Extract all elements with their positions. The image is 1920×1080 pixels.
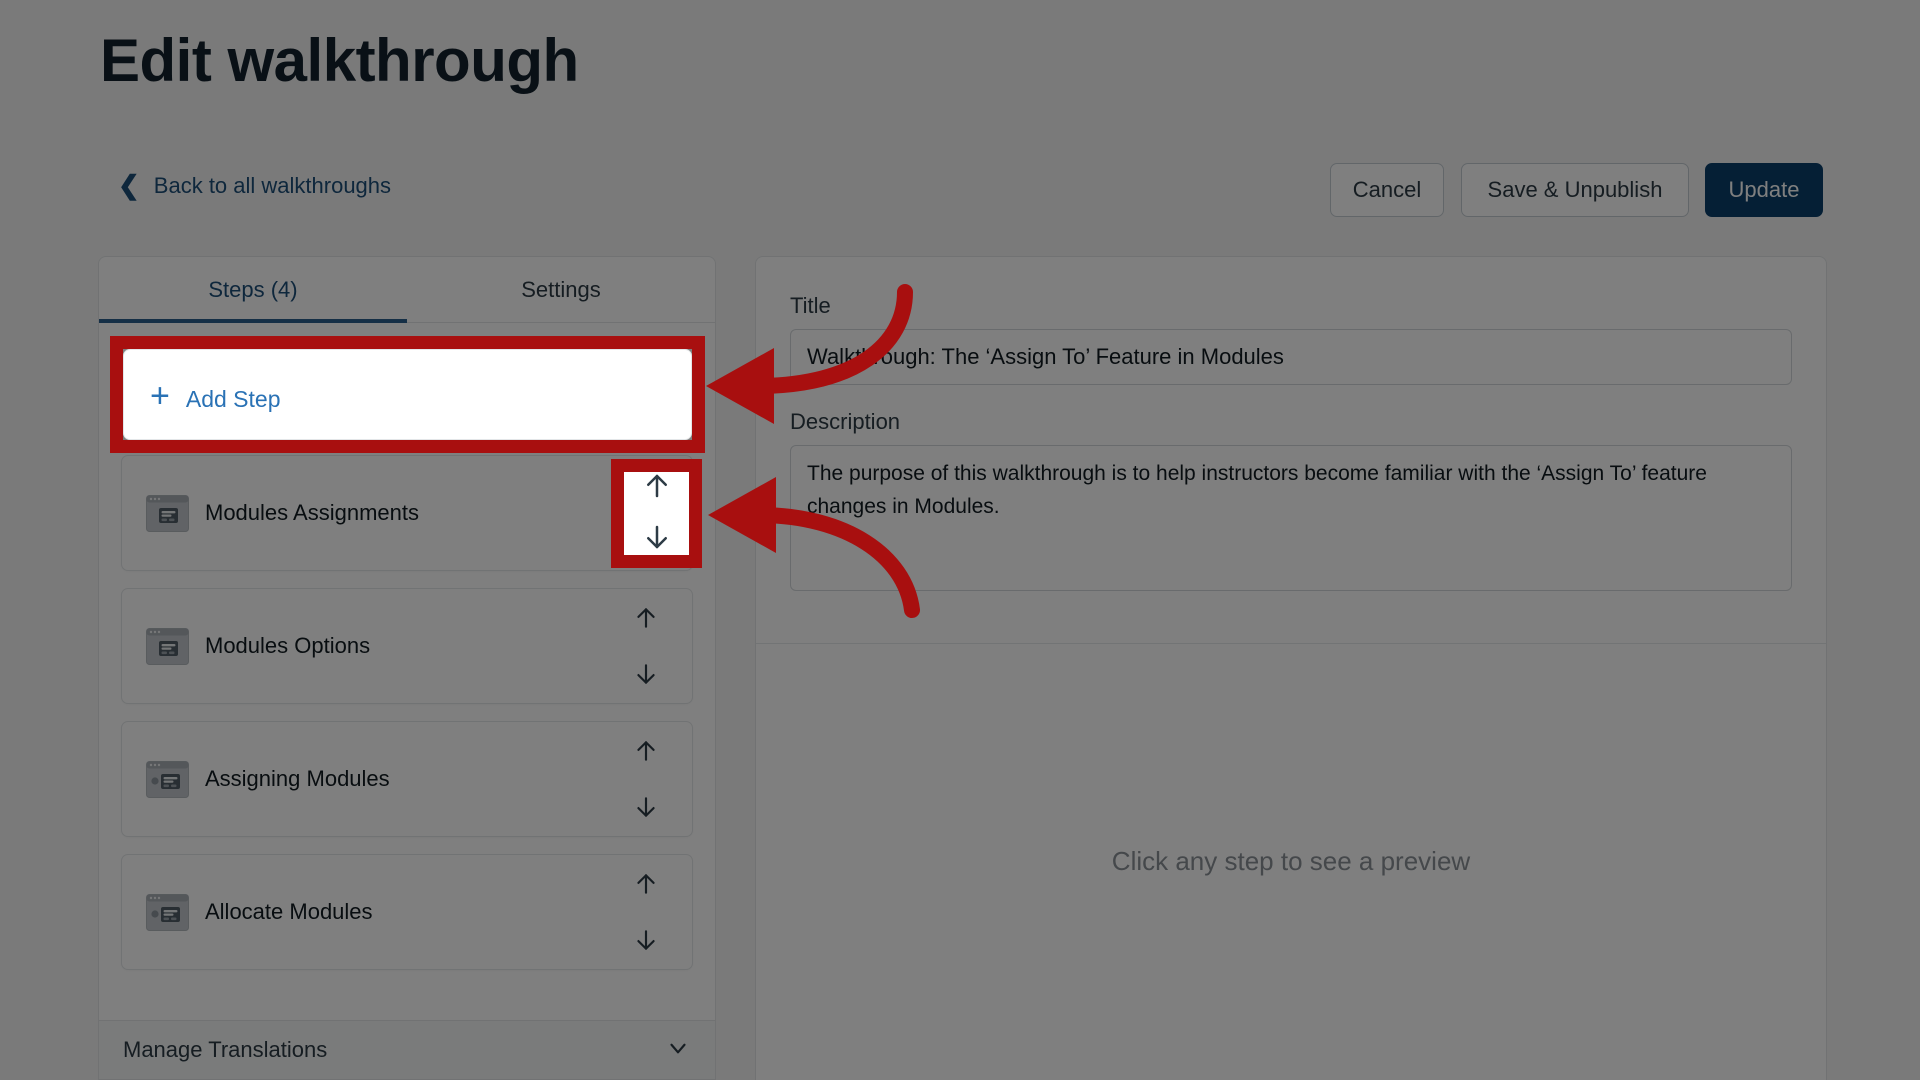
description-field-label: Description [790, 409, 901, 434]
tab-steps-label: Steps (4) [208, 276, 298, 302]
list-item[interactable]: Modules Assignments [121, 455, 693, 571]
list-item[interactable]: Assigning Modules [121, 721, 693, 837]
step-label: Modules Assignments [205, 500, 419, 525]
step-label: Modules Options [205, 633, 371, 658]
title-field[interactable] [790, 329, 1792, 385]
preview-empty-state: Click any step to see a preview [1111, 846, 1471, 876]
panel-tabs: Steps (4) Settings [99, 257, 715, 323]
step-move-buttons [622, 589, 670, 703]
chevron-down-icon [665, 1035, 691, 1066]
description-field[interactable] [790, 445, 1792, 591]
back-to-all-walkthroughs-link[interactable]: ❮ Back to all walkthroughs [118, 170, 392, 200]
browser-tooltip-thumb-icon [146, 760, 189, 798]
arrow-up-icon[interactable] [629, 734, 663, 768]
manage-translations-label: Manage Translations [123, 1037, 328, 1062]
walkthrough-detail-panel: Title Description Click any step to see … [755, 256, 1827, 1080]
arrow-up-icon[interactable] [629, 468, 663, 502]
save-and-unpublish-button[interactable]: Save & Unpublish [1461, 163, 1689, 217]
step-label: Allocate Modules [205, 899, 373, 924]
add-step-label: Add Step [181, 376, 277, 402]
step-move-buttons [622, 855, 670, 969]
arrow-up-icon[interactable] [629, 601, 663, 635]
arrow-down-icon[interactable] [629, 790, 663, 824]
step-move-buttons [622, 722, 670, 836]
steps-list: + Add Step Modules Assignments Modules O… [99, 323, 715, 1080]
steps-panel: Steps (4) Settings + Add Step Modules As… [98, 256, 716, 1080]
browser-modal-thumb-icon [146, 627, 189, 665]
page-title: Edit walkthrough [100, 27, 579, 94]
tab-settings[interactable]: Settings [407, 257, 715, 322]
form-spacer [790, 385, 1792, 409]
list-item[interactable]: Allocate Modules [121, 854, 693, 970]
walkthrough-detail-form: Title Description [756, 257, 1826, 596]
add-step-button[interactable]: + Add Step [121, 341, 693, 438]
cancel-button[interactable]: Cancel [1330, 163, 1444, 217]
app-root: Edit walkthrough ❮ Back to all walkthrou… [0, 0, 1920, 1080]
chevron-left-icon: ❮ [118, 170, 140, 200]
browser-modal-thumb-icon [146, 494, 189, 532]
step-label: Assigning Modules [205, 766, 390, 791]
arrow-down-icon[interactable] [629, 923, 663, 957]
tab-steps[interactable]: Steps (4) [99, 257, 407, 323]
tab-settings-label: Settings [521, 276, 601, 302]
list-item[interactable]: Modules Options [121, 588, 693, 704]
plus-icon: + [146, 368, 166, 407]
update-button[interactable]: Update [1705, 163, 1823, 217]
back-link-label: Back to all walkthroughs [153, 173, 392, 198]
manage-translations-accordion[interactable]: Manage Translations [98, 1020, 716, 1080]
title-field-label: Title [790, 293, 831, 318]
arrow-down-icon[interactable] [629, 524, 663, 558]
browser-tooltip-thumb-icon [146, 893, 189, 931]
step-move-buttons [622, 456, 670, 570]
arrow-up-icon[interactable] [629, 867, 663, 901]
arrow-down-icon[interactable] [629, 657, 663, 691]
